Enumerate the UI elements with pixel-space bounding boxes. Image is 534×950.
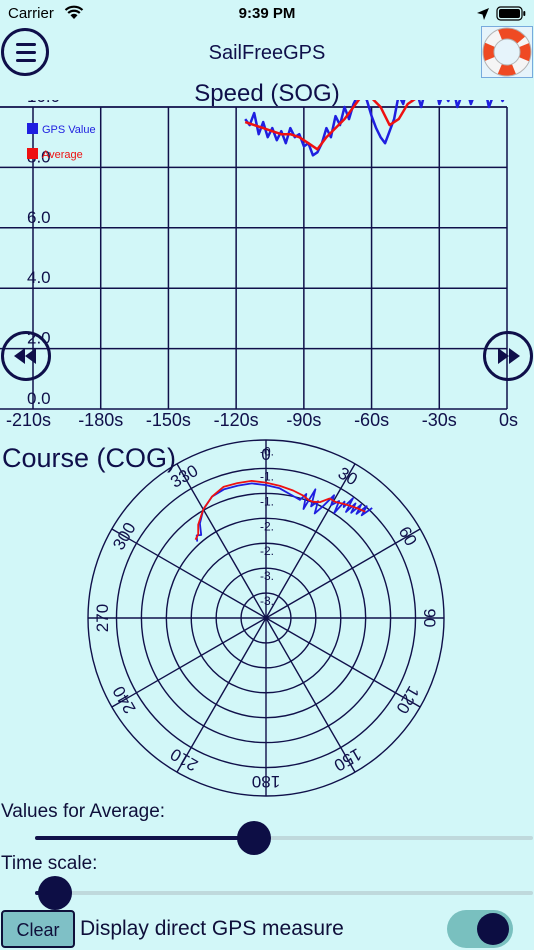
- battery-icon: [496, 6, 526, 21]
- speed-y-tick-label: 6.0: [27, 208, 51, 227]
- polar-angle-label: 300: [109, 519, 140, 553]
- polar-angle-label: 90: [420, 609, 439, 628]
- speed-y-tick-label: 10.0: [27, 100, 60, 106]
- speed-x-tick-label: -120s: [214, 410, 259, 430]
- polar-angle-label: 270: [93, 604, 112, 632]
- average-slider-thumb[interactable]: [237, 821, 272, 855]
- fast-forward-icon: [498, 348, 520, 364]
- clear-button[interactable]: Clear: [1, 910, 75, 948]
- speed-chart: 0.02.04.06.08.010.0-210s-180s-150s-120s-…: [0, 100, 518, 430]
- polar-angle-label: 240: [109, 683, 140, 717]
- rewind-icon: [14, 348, 36, 364]
- polar-radial-label: -2.: [260, 519, 274, 533]
- polar-angle-label: 150: [331, 744, 365, 775]
- speed-y-tick-label: 4.0: [27, 268, 51, 287]
- forward-button[interactable]: [483, 331, 533, 381]
- speed-x-tick-label: -60s: [354, 410, 389, 430]
- clock: 9:39 PM: [238, 5, 296, 22]
- polar-angle-label: 330: [167, 461, 201, 492]
- speed-legend-swatch: [27, 148, 38, 159]
- time-scale-slider-track[interactable]: [35, 891, 533, 895]
- speed-x-tick-label: -210s: [6, 410, 51, 430]
- polar-radial-label: -3.: [260, 569, 274, 583]
- speed-x-tick-label: -180s: [78, 410, 123, 430]
- polar-radial-label: -2.: [260, 544, 274, 558]
- polar-angle-label: 180: [252, 772, 280, 791]
- rewind-button[interactable]: [1, 331, 51, 381]
- speed-legend-label: Average: [42, 149, 83, 161]
- display-gps-label: Display direct GPS measure: [80, 917, 344, 940]
- app-title: SailFreeGPS: [208, 42, 326, 64]
- course-polar-chart: 0306090120150180210240270300330-3.-3.-2.…: [87, 439, 445, 797]
- average-label: Values for Average:: [1, 801, 166, 822]
- average-slider-fill: [35, 836, 255, 840]
- polar-radial-label: -0.: [260, 445, 274, 459]
- polar-angle-label: 30: [335, 463, 361, 489]
- time-scale-slider-thumb[interactable]: [37, 876, 72, 910]
- toggle-knob: [477, 913, 509, 945]
- speed-y-tick-label: 0.0: [27, 389, 51, 408]
- polar-radial-label: -1.: [260, 494, 274, 508]
- lifebuoy-icon: [482, 27, 532, 77]
- location-arrow-icon: [477, 8, 489, 20]
- status-bar: Carrier 9:39 PM: [0, 0, 534, 28]
- speed-x-tick-label: 0s: [499, 410, 518, 430]
- speed-legend-label: GPS Value: [42, 124, 96, 136]
- speed-x-tick-label: -30s: [422, 410, 457, 430]
- speed-series-gps: [244, 100, 505, 157]
- polar-angle-label: 210: [167, 744, 201, 775]
- polar-angle-label: 120: [392, 683, 423, 717]
- polar-radial-label: -3.: [260, 594, 274, 608]
- time-scale-label: Time scale:: [1, 853, 98, 874]
- speed-x-tick-label: -150s: [146, 410, 191, 430]
- help-button[interactable]: [481, 26, 533, 78]
- speed-legend-swatch: [27, 123, 38, 134]
- speed-x-tick-label: -90s: [286, 410, 321, 430]
- polar-angle-label: 60: [395, 523, 421, 549]
- display-gps-toggle[interactable]: [447, 910, 513, 948]
